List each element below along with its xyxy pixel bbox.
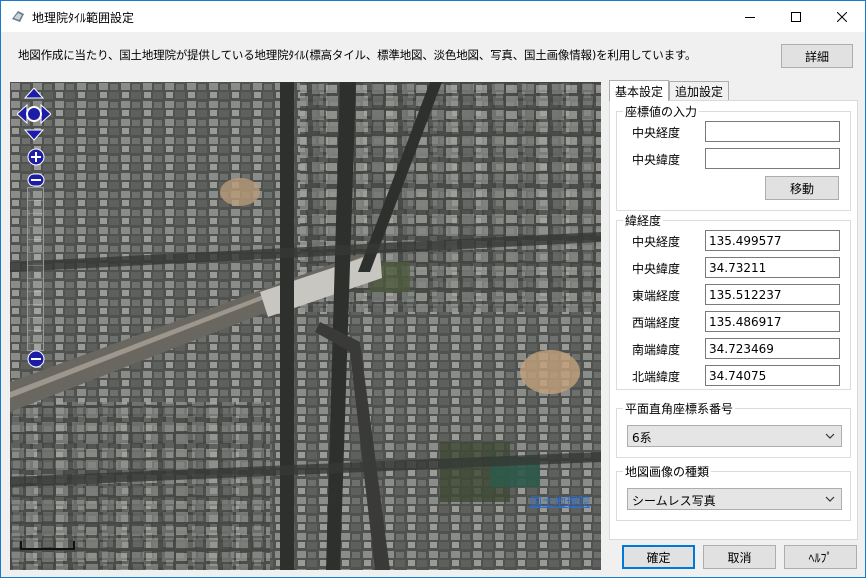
pan-control[interactable] xyxy=(17,88,51,144)
zoom-level-handle[interactable] xyxy=(27,173,45,187)
coord-input-title: 座標値の入力 xyxy=(623,103,700,120)
latlon-title: 緯経度 xyxy=(623,212,664,229)
chevron-down-icon xyxy=(825,433,835,439)
center-lat-field[interactable] xyxy=(705,257,840,278)
image-type-title: 地図画像の種類 xyxy=(623,463,712,480)
map-credit-link[interactable]: 国土地理院 xyxy=(530,493,590,510)
ok-button[interactable]: 確定 xyxy=(622,545,695,569)
west-lon-field[interactable] xyxy=(705,311,840,332)
scale-bar xyxy=(20,541,75,550)
dialog-window: 地理院ﾀｲﾙ範囲設定 地図作成に当たり、国土地理院が提供している地理院ﾀｲﾙ(標… xyxy=(0,0,866,578)
north-lat-label: 北端緯度 xyxy=(632,370,681,384)
aerial-photo xyxy=(10,82,601,570)
image-type-value: シームレス写真 xyxy=(632,494,716,508)
center-lat-input[interactable] xyxy=(705,148,840,169)
image-type-group: 地図画像の種類 シームレス写真 xyxy=(616,463,851,521)
tab-panel-basic: 座標値の入力 中央経度 中央緯度 移動 緯経度 中央経度 中央緯度 東端経度 西… xyxy=(609,100,858,540)
plane-rect-title: 平面直角座標系番号 xyxy=(623,400,736,417)
close-icon xyxy=(837,11,847,22)
zoom-in-icon[interactable] xyxy=(27,148,45,166)
description-text: 地図作成に当たり、国土地理院が提供している地理院ﾀｲﾙ(標高タイル、標準地図、淡… xyxy=(18,48,697,62)
minimize-button[interactable] xyxy=(727,1,773,32)
center-lat-label: 中央緯度 xyxy=(632,262,681,276)
zoom-slider[interactable] xyxy=(27,187,44,351)
chevron-down-icon xyxy=(825,496,835,502)
maximize-button[interactable] xyxy=(773,1,819,32)
plane-rect-group: 平面直角座標系番号 6系 xyxy=(616,400,851,458)
plane-rect-select[interactable]: 6系 xyxy=(627,425,842,447)
map-view[interactable]: 国土地理院 xyxy=(10,82,601,570)
center-lon-input[interactable] xyxy=(705,121,840,142)
coord-input-group: 座標値の入力 中央経度 中央緯度 移動 xyxy=(616,103,851,211)
east-lon-field[interactable] xyxy=(705,284,840,305)
image-type-select[interactable]: シームレス写真 xyxy=(627,488,842,510)
zoom-out-icon[interactable] xyxy=(27,350,45,368)
pan-down-icon[interactable] xyxy=(23,129,45,141)
latlon-group: 緯経度 中央経度 中央緯度 東端経度 西端経度 南端緯度 北端緯度 xyxy=(616,212,851,390)
move-button[interactable]: 移動 xyxy=(765,176,839,200)
maximize-icon xyxy=(791,11,801,22)
plane-rect-value: 6系 xyxy=(632,431,652,445)
center-lon-input-label: 中央経度 xyxy=(632,126,681,140)
center-lon-label: 中央経度 xyxy=(632,235,681,249)
minimize-icon xyxy=(745,16,755,18)
detail-button[interactable]: 詳細 xyxy=(781,44,853,68)
window-title: 地理院ﾀｲﾙ範囲設定 xyxy=(32,11,135,25)
pan-up-icon[interactable] xyxy=(23,88,45,99)
south-lat-field[interactable] xyxy=(705,338,840,359)
tab-additional-settings[interactable]: 追加設定 xyxy=(669,81,729,101)
center-lat-input-label: 中央緯度 xyxy=(632,153,681,167)
west-lon-label: 西端経度 xyxy=(632,316,681,330)
cancel-button[interactable]: 取消 xyxy=(703,545,776,569)
east-lon-label: 東端経度 xyxy=(632,289,681,303)
pan-left-icon[interactable] xyxy=(17,103,28,125)
app-icon xyxy=(10,8,26,24)
north-lat-field[interactable] xyxy=(705,365,840,386)
title-bar[interactable]: 地理院ﾀｲﾙ範囲設定 xyxy=(1,1,865,32)
south-lat-label: 南端緯度 xyxy=(632,343,681,357)
center-lon-field[interactable] xyxy=(705,230,840,251)
pan-right-icon[interactable] xyxy=(40,103,51,125)
tab-basic-settings[interactable]: 基本設定 xyxy=(609,80,669,101)
close-button[interactable] xyxy=(819,1,865,32)
help-button[interactable]: ﾍﾙﾌﾟ xyxy=(784,545,857,569)
